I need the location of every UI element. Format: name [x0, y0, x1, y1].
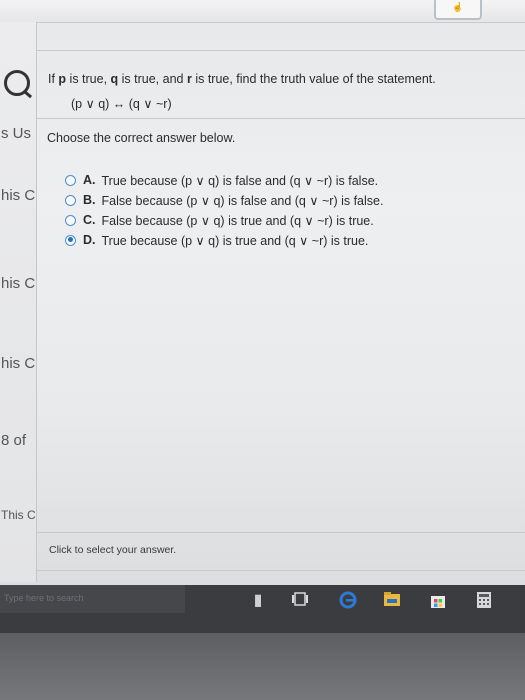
instruction-text: Choose the correct answer below.: [47, 131, 236, 145]
sidebar-item-4[interactable]: his C: [1, 355, 35, 372]
logic-statement: (p ∨ q) ↔ (q ∨ ~r): [71, 97, 172, 111]
answer-options: A. True because (p ∨ q) is false and (q …: [65, 170, 383, 250]
option-c[interactable]: C. False because (p ∨ q) is true and (q …: [65, 210, 383, 230]
question-prompt: If p is true, q is true, and r is true, …: [48, 72, 436, 86]
option-b[interactable]: B. False because (p ∨ q) is false and (q…: [65, 190, 383, 210]
q-logo-icon: [4, 70, 30, 96]
question-sidebar: s Us his C his C his C 8 of This C: [0, 22, 37, 582]
divider: [37, 118, 525, 119]
edge-browser-icon[interactable]: [338, 591, 358, 611]
taskbar-search-input[interactable]: Type here to search: [0, 585, 185, 613]
top-bar: ☝: [0, 0, 525, 23]
store-icon[interactable]: [428, 591, 448, 611]
browser-screen: ☝ s Us his C his C his C 8 of This C If …: [0, 0, 525, 585]
option-d[interactable]: D. True because (p ∨ q) is true and (q ∨…: [65, 230, 383, 250]
divider: [37, 50, 525, 51]
option-a[interactable]: A. True because (p ∨ q) is false and (q …: [65, 170, 383, 190]
radio-b[interactable]: [65, 194, 76, 206]
question-panel: If p is true, q is true, and r is true, …: [37, 22, 525, 582]
task-view-icon[interactable]: [290, 591, 310, 611]
windows-taskbar: Type here to search ▮: [0, 585, 525, 633]
divider: [37, 532, 525, 533]
sidebar-item-3[interactable]: his C: [1, 275, 35, 292]
footer-hint: Click to select your answer.: [49, 544, 177, 556]
calculator-icon[interactable]: [474, 591, 494, 611]
hand-cursor-widget[interactable]: ☝: [434, 0, 482, 20]
monitor-bezel: [0, 633, 525, 700]
radio-c[interactable]: [65, 214, 76, 226]
divider: [37, 570, 525, 571]
microphone-icon[interactable]: ▮: [248, 591, 268, 611]
sidebar-item-5[interactable]: 8 of: [1, 432, 26, 449]
sidebar-item-1[interactable]: s Us: [1, 125, 31, 142]
radio-d-selected[interactable]: [65, 234, 76, 246]
radio-a[interactable]: [65, 174, 76, 186]
sidebar-item-2[interactable]: his C: [1, 187, 35, 204]
file-explorer-icon[interactable]: [382, 591, 402, 611]
sidebar-item-6[interactable]: This C: [1, 508, 36, 522]
